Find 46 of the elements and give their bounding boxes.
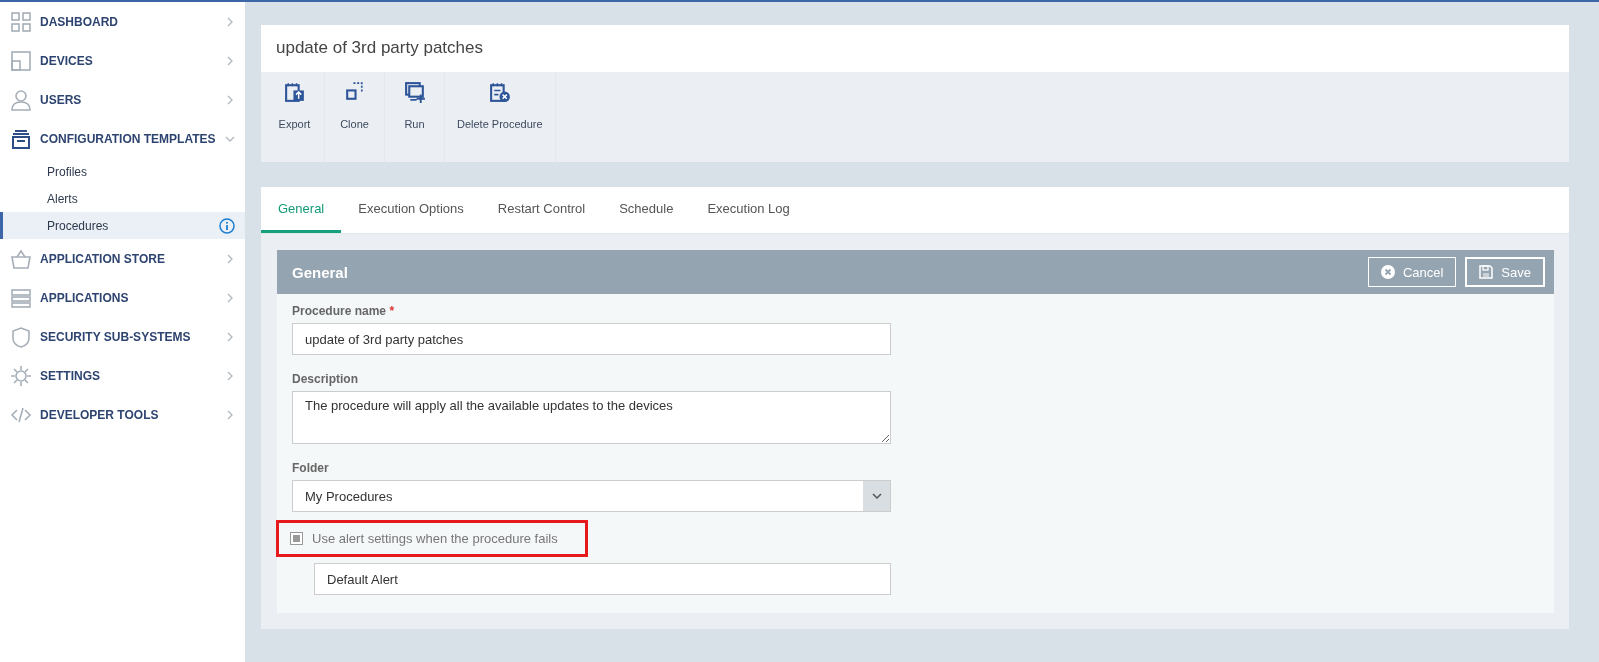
sidebar-item[interactable]: CONFIGURATION TEMPLATES [0,119,245,158]
close-icon [1380,265,1395,279]
alert-field[interactable]: Default Alert [314,563,891,595]
user-icon [10,88,32,111]
devices-icon [10,49,32,72]
checkbox[interactable] [290,532,303,545]
field-label: Procedure name * [292,304,396,318]
toolbar-button[interactable]: Clone [325,72,385,162]
stack-icon [10,127,32,150]
monitor-plus-icon [402,80,427,104]
sidebar-item[interactable]: DEVELOPER TOOLS [0,395,245,434]
sidebar-item[interactable]: DEVICES [0,41,245,80]
toolbar-button[interactable]: Run [385,72,445,162]
clipboard-delete-icon [487,80,512,104]
tab[interactable]: Schedule [602,187,691,233]
export-icon [282,80,307,104]
toolbar-button[interactable]: Delete Procedure [445,72,556,162]
page-title: update of 3rd party patches [275,37,484,59]
gear-icon [10,364,32,387]
tab[interactable]: Restart Control [480,187,603,233]
procedure-name-field[interactable]: update of 3rd party patches [292,323,891,355]
sidebar-item[interactable]: SETTINGS [0,356,245,395]
shield-icon [10,325,32,348]
basket-icon [10,247,32,270]
sidebar-item[interactable]: APPLICATIONS [0,278,245,317]
sidebar-item[interactable]: SECURITY SUB-SYSTEMS [0,317,245,356]
checkbox-label: Use alert settings when the procedure fails [312,531,558,546]
grid-icon [10,10,32,33]
folder-dropdown[interactable]: My Procedures [292,480,891,512]
field-label: Description [292,372,359,386]
panel-title: General [292,263,349,281]
sidebar-item[interactable]: APPLICATION STORE [0,239,245,278]
sidebar-subitem[interactable]: Procedures [0,212,245,239]
description-field[interactable]: The procedure will apply all the available updates to the devices [292,391,891,444]
field-label: Folder [292,461,330,475]
dropdown-toggle[interactable] [863,481,890,511]
sidebar-subitem[interactable]: Profiles [0,158,245,185]
sidebar-subitem[interactable]: Alerts [0,185,245,212]
tab[interactable]: Execution Log [690,187,807,233]
server-icon [10,286,32,309]
tab[interactable]: Execution Options [341,187,481,233]
chevron-down-icon [871,492,882,500]
info-icon[interactable] [219,217,235,234]
sidebar-item[interactable]: DASHBOARD [0,2,245,41]
sidebar-item[interactable]: USERS [0,80,245,119]
toolbar-button[interactable]: Export [265,72,325,162]
